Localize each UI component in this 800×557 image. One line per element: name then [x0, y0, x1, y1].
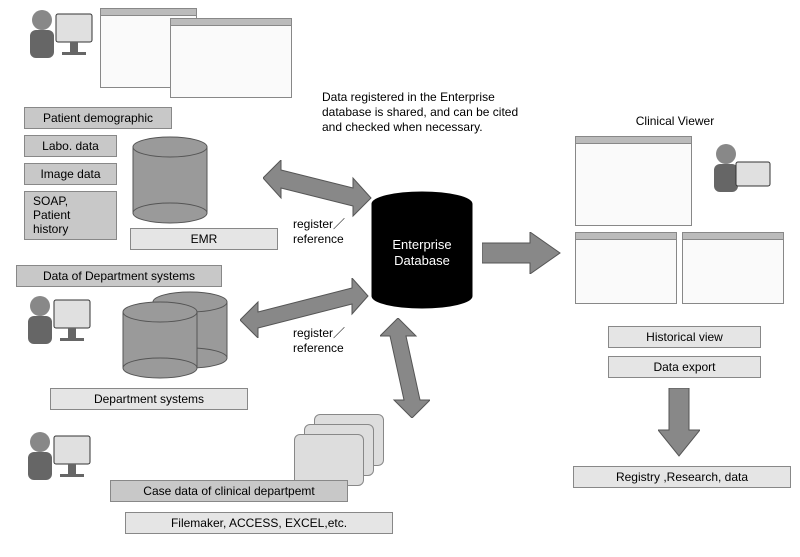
filemaker-label: Filemaker, ACCESS, EXCEL,etc. [125, 512, 393, 534]
center-note: Data registered in the Enterprise databa… [322, 90, 532, 135]
clinical-viewer-title: Clinical Viewer [600, 114, 750, 128]
historical-view-label: Historical view [608, 326, 761, 348]
case-card-1 [294, 434, 364, 486]
patient-demographic-label: Patient demographic [24, 107, 172, 129]
arrow-db-to-viewer [482, 232, 562, 277]
person-at-computer-icon [18, 292, 93, 362]
dept-systems-label: Department systems [50, 388, 248, 410]
user-icon-dept [18, 292, 93, 365]
soap-text: SOAP, Patient history [33, 194, 70, 236]
person-at-computer-icon [20, 6, 95, 76]
data-export-label: Data export [608, 356, 761, 378]
registry-label: Registry ,Research, data [573, 466, 791, 488]
viewer-window-2 [575, 232, 677, 304]
emr-screenshot-2 [170, 18, 292, 98]
enterprise-db-text1: Enterprise [372, 237, 472, 252]
person-at-computer-icon [18, 428, 93, 498]
arrow-export-to-registry [658, 388, 700, 461]
arrow-emr-to-db [263, 160, 373, 223]
arrow-dept-to-db [240, 278, 370, 341]
user-icon-clinical [18, 428, 93, 501]
enterprise-db-text2: Database [372, 253, 472, 268]
labo-data-label: Labo. data [24, 135, 117, 157]
emr-label: EMR [130, 228, 278, 250]
clinician-icon [700, 140, 775, 213]
dept-data-label: Data of Department systems [16, 265, 222, 287]
case-data-label: Case data of clinical departpemt [110, 480, 348, 502]
dept-database-icon-front [120, 300, 200, 383]
soap-label: SOAP, Patient history [24, 191, 117, 240]
image-data-label: Image data [24, 163, 117, 185]
viewer-window-1 [575, 136, 692, 226]
arrow-case-to-db [380, 318, 430, 421]
viewer-window-3 [682, 232, 784, 304]
emr-database-icon [130, 135, 210, 228]
doctor-at-computer-icon [700, 140, 775, 210]
user-icon-emr [20, 6, 95, 79]
